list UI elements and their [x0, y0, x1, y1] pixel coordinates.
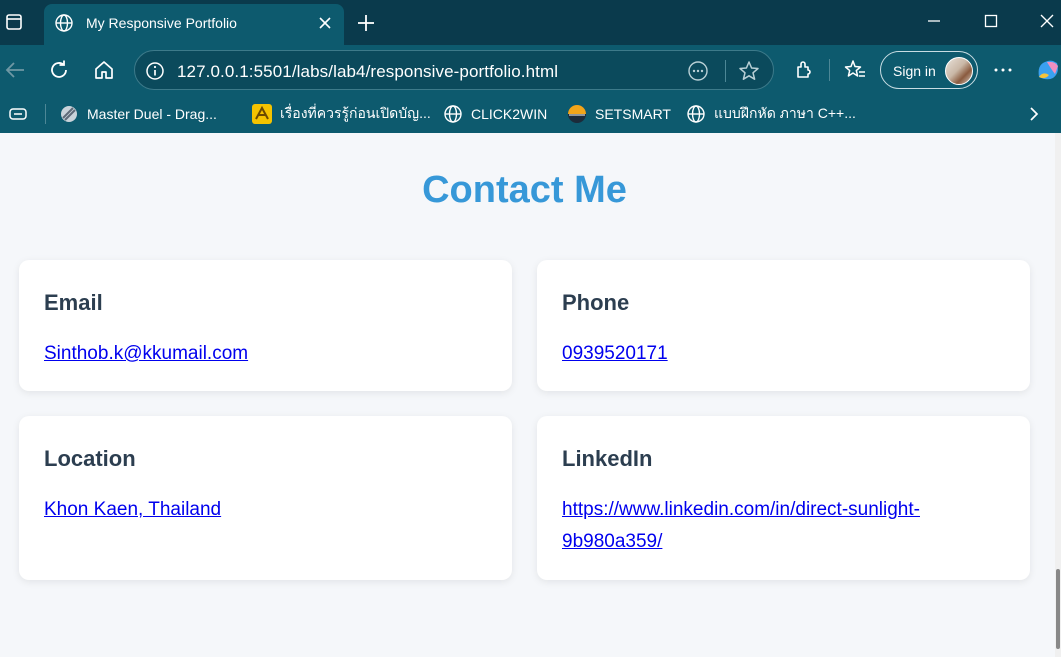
url-text[interactable]: 127.0.0.1:5501/labs/lab4/responsive-port… [177, 62, 558, 82]
page-scrollbar[interactable] [1055, 133, 1061, 657]
page-viewport: Contact Me Email Sinthob.k@kkumail.com P… [0, 133, 1061, 657]
bookmarks-overflow-chevron-icon[interactable] [1024, 103, 1044, 125]
bookmark-label: SETSMART [595, 106, 671, 122]
close-window-icon[interactable] [1032, 10, 1061, 32]
close-tab-icon[interactable] [314, 12, 336, 34]
bookmark-master-duel[interactable]: Master Duel - Drag... [59, 103, 217, 125]
minimize-icon[interactable] [919, 10, 949, 32]
contact-card-phone: Phone 0939520171 [537, 260, 1030, 391]
home-icon[interactable] [91, 57, 117, 83]
scrollbar-thumb[interactable] [1056, 569, 1060, 649]
email-link[interactable]: Sinthob.k@kkumail.com [44, 338, 484, 370]
location-link[interactable]: Khon Kaen, Thailand [44, 494, 484, 526]
page-actions-icon[interactable] [687, 60, 709, 82]
tab-actions-icon[interactable] [4, 12, 24, 32]
bookmark-setsmart[interactable]: SETSMART [567, 103, 671, 125]
bookmark-label: แบบฝึกหัด ภาษา C++... [714, 105, 856, 121]
bookmark-label: เรื่องที่ควรรู้ก่อนเปิดบัญ... [280, 105, 431, 121]
new-tab-icon[interactable] [354, 11, 378, 35]
contact-card-location: Location Khon Kaen, Thailand [19, 416, 512, 580]
bookmark-click2win[interactable]: CLICK2WIN [443, 103, 547, 125]
bank-logo-icon [252, 104, 272, 124]
omnibox-divider [725, 60, 726, 82]
title-bar: My Responsive Portfolio [0, 0, 1061, 45]
favorite-star-icon[interactable] [737, 59, 761, 83]
card-title: Location [44, 446, 136, 471]
bookmark-bank-article[interactable]: เรื่องที่ควรรู้ก่อนเปิดบัญ... [252, 103, 431, 125]
phone-link[interactable]: 0939520171 [562, 338, 1002, 370]
bookmarks-divider [45, 104, 46, 124]
favorites-icon[interactable] [842, 57, 868, 83]
browser-tab-active[interactable]: My Responsive Portfolio [44, 4, 344, 45]
game-icon [59, 104, 79, 124]
copilot-icon[interactable] [1035, 57, 1061, 83]
bookmarks-bar: Master Duel - Drag... เรื่องที่ควรรู้ก่อ… [0, 94, 1061, 133]
card-title: LinkedIn [562, 446, 653, 471]
sign-in-button[interactable]: Sign in [880, 51, 978, 89]
more-menu-icon[interactable] [990, 57, 1016, 83]
globe-icon [686, 104, 706, 124]
bookmark-label: Master Duel - Drag... [87, 106, 217, 122]
bookmark-label: CLICK2WIN [471, 106, 548, 122]
refresh-icon[interactable] [46, 57, 72, 83]
maximize-icon[interactable] [976, 10, 1006, 32]
page-title: Contact Me [422, 169, 627, 211]
extensions-icon[interactable] [791, 57, 817, 83]
back-icon[interactable] [2, 57, 28, 83]
card-title: Phone [562, 290, 630, 315]
address-bar[interactable]: 127.0.0.1:5501/labs/lab4/responsive-port… [134, 50, 774, 90]
toolbar-divider [829, 59, 830, 81]
site-info-icon[interactable] [145, 61, 165, 81]
contact-card-email: Email Sinthob.k@kkumail.com [19, 260, 512, 391]
globe-icon [443, 104, 463, 124]
tab-title: My Responsive Portfolio [86, 15, 237, 31]
card-title: Email [44, 290, 103, 315]
bookmark-cpp-exercises[interactable]: แบบฝึกหัด ภาษา C++... [686, 103, 856, 125]
setsmart-logo-icon [567, 104, 587, 124]
avatar [945, 57, 973, 85]
collections-icon[interactable] [8, 103, 28, 125]
globe-icon [54, 13, 74, 33]
sign-in-label: Sign in [893, 63, 936, 79]
linkedin-link[interactable]: https://www.linkedin.com/in/direct-sunli… [562, 494, 1002, 558]
navigation-toolbar: 127.0.0.1:5501/labs/lab4/responsive-port… [0, 45, 1061, 94]
contact-card-linkedin: LinkedIn https://www.linkedin.com/in/dir… [537, 416, 1030, 580]
